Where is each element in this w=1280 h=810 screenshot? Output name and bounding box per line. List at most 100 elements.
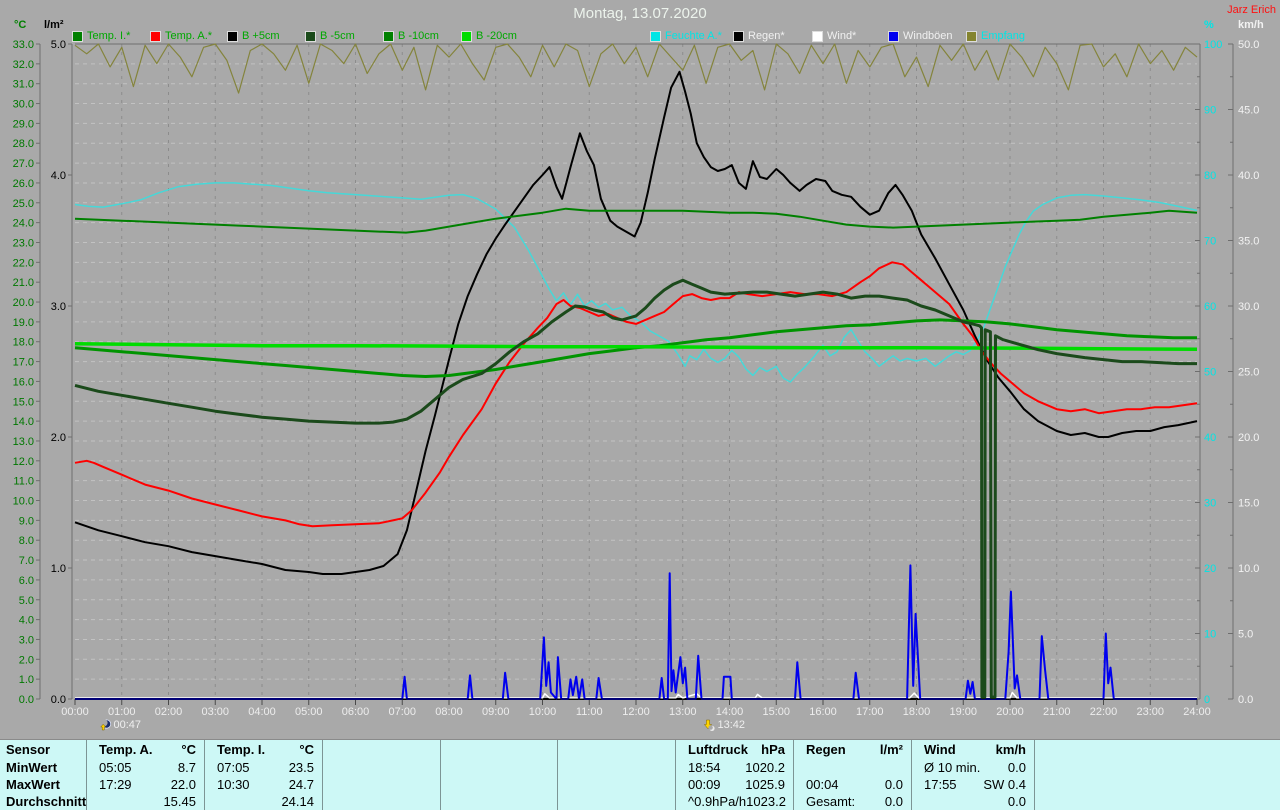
gridlines bbox=[75, 43, 1197, 699]
statistics-table: Sensor MinWert MaxWert Durchschnitt Temp. A.… bbox=[0, 739, 1280, 810]
stat-value bbox=[453, 759, 549, 776]
table-row bbox=[1035, 759, 1280, 776]
table-row bbox=[441, 776, 557, 793]
svg-text:8.0: 8.0 bbox=[19, 535, 34, 547]
table-row: 00:04 0.0 bbox=[794, 776, 911, 793]
table-column-luftdruck: Luftdruck hPa 18:54 1020.2 00:09 1025.9 ^0.9hP… bbox=[676, 740, 794, 810]
moon-rise-icon bbox=[100, 719, 112, 731]
sensor-unit: l/m² bbox=[879, 742, 903, 757]
stat-value: 22.0 bbox=[170, 777, 196, 792]
stat-value: 1020.2 bbox=[745, 760, 785, 775]
x-axis-label: 04:00 bbox=[248, 706, 276, 718]
svg-text:5.0: 5.0 bbox=[51, 39, 66, 51]
svg-text:16.0: 16.0 bbox=[13, 376, 34, 388]
table-column-empty bbox=[1035, 740, 1280, 810]
svg-text:15.0: 15.0 bbox=[13, 396, 34, 408]
stat-time: Gesamt: bbox=[806, 794, 856, 809]
table-row bbox=[794, 759, 911, 776]
x-axis-label: 16:00 bbox=[809, 706, 837, 718]
sensor-unit bbox=[335, 740, 432, 759]
svg-text:14.0: 14.0 bbox=[13, 416, 34, 428]
x-axis-label: 06:00 bbox=[341, 706, 370, 718]
x-axis-label: 11:00 bbox=[575, 706, 603, 718]
table-row: 17:55 SW 0.4 bbox=[912, 776, 1034, 793]
svg-text:0.0: 0.0 bbox=[19, 694, 34, 706]
stat-value: 8.7 bbox=[177, 760, 196, 775]
table-row bbox=[441, 793, 557, 810]
stat-value bbox=[806, 759, 903, 776]
svg-text:1.0: 1.0 bbox=[19, 674, 34, 686]
table-row bbox=[558, 759, 675, 776]
stat-value bbox=[570, 776, 667, 793]
sensor-name: Wind bbox=[924, 742, 956, 757]
table-row-labels-column: Sensor MinWert MaxWert Durchschnitt bbox=[0, 740, 87, 810]
table-row: 00:09 1025.9 bbox=[676, 776, 793, 793]
stat-value: 0.0 bbox=[1007, 760, 1026, 775]
stat-value bbox=[453, 776, 549, 793]
sensor-name: Regen bbox=[806, 742, 846, 757]
svg-text:40.0: 40.0 bbox=[1238, 170, 1259, 182]
svg-text:13.0: 13.0 bbox=[13, 436, 34, 448]
sensor-unit: km/h bbox=[995, 742, 1026, 757]
x-axis-label: 22:00 bbox=[1089, 706, 1118, 718]
stat-value: 15.45 bbox=[163, 794, 196, 809]
table-row bbox=[1035, 793, 1280, 810]
stat-value: 0.0 bbox=[1007, 794, 1026, 809]
x-axis-label: 10:00 bbox=[528, 706, 557, 718]
svg-text:0.0: 0.0 bbox=[51, 694, 66, 706]
x-axis-label: 08:00 bbox=[435, 706, 463, 718]
table-column-header bbox=[323, 740, 440, 759]
svg-text:29.0: 29.0 bbox=[13, 118, 34, 130]
x-axis-label: 21:00 bbox=[1042, 706, 1071, 718]
stat-time: Ø 10 min. bbox=[924, 760, 981, 775]
svg-text:80: 80 bbox=[1204, 170, 1216, 182]
svg-text:9.0: 9.0 bbox=[19, 515, 34, 527]
table-column-header: Temp. I. °C bbox=[205, 740, 322, 759]
stat-time: 18:54 bbox=[688, 760, 721, 775]
stat-value: 0.0 bbox=[884, 777, 903, 792]
x-axis-label: 24:00 bbox=[1183, 706, 1211, 718]
table-row bbox=[323, 776, 440, 793]
table-column-temp.-i.: Temp. I. °C 07:05 23.5 10:30 24.7 24.14 bbox=[205, 740, 323, 810]
table-row: 05:05 8.7 bbox=[87, 759, 204, 776]
svg-text:15.0: 15.0 bbox=[1238, 498, 1259, 510]
sensor-name: Temp. I. bbox=[217, 742, 266, 757]
table-row: 0.0 bbox=[912, 793, 1034, 810]
sensor-unit bbox=[1047, 740, 1272, 759]
sensor-unit bbox=[570, 740, 667, 759]
stat-value: 24.7 bbox=[288, 777, 314, 792]
svg-text:25.0: 25.0 bbox=[1238, 367, 1259, 379]
table-column-header: Wind km/h bbox=[912, 740, 1034, 759]
table-column-empty bbox=[558, 740, 676, 810]
x-axis-label: 20:00 bbox=[996, 706, 1024, 718]
svg-text:50.0: 50.0 bbox=[1238, 39, 1259, 51]
sensor-unit bbox=[453, 740, 549, 759]
table-row: Ø 10 min. 0.0 bbox=[912, 759, 1034, 776]
x-axis-label: 01:00 bbox=[107, 706, 136, 718]
svg-text:70: 70 bbox=[1204, 236, 1216, 248]
svg-text:18.0: 18.0 bbox=[13, 337, 34, 349]
chart-plot-area: 0.0 1.0 2.0 3.0 4.0 5.0 6.0 7.0 8.0 9.0 10.0 11.0 12… bbox=[13, 39, 1260, 706]
x-axis-label: 17:00 bbox=[855, 706, 884, 718]
sensor-name: Temp. A. bbox=[99, 742, 153, 757]
svg-text:45.0: 45.0 bbox=[1238, 105, 1259, 117]
x-axis-label: 19:00 bbox=[949, 706, 978, 718]
svg-text:7.0: 7.0 bbox=[19, 555, 34, 567]
svg-text:90: 90 bbox=[1204, 105, 1216, 117]
table-column-header bbox=[1035, 740, 1280, 759]
stat-value bbox=[1047, 759, 1272, 776]
table-column-temp.-a.: Temp. A. °C 05:05 8.7 17:29 22.0 15.45 bbox=[87, 740, 205, 810]
x-axis-label: 12:00 bbox=[622, 706, 650, 718]
svg-text:4.0: 4.0 bbox=[51, 170, 66, 182]
stat-time: 17:29 bbox=[99, 777, 132, 792]
x-axis-label: 07:00 bbox=[388, 706, 417, 718]
x-axis-label: 14:00 bbox=[715, 706, 744, 718]
x-axis-label: 13:00 bbox=[668, 706, 697, 718]
moon-set-icon bbox=[704, 719, 716, 731]
stat-value: 0.0 bbox=[884, 794, 903, 809]
stat-value bbox=[335, 776, 432, 793]
table-row: Gesamt: 0.0 bbox=[794, 793, 911, 810]
svg-text:3.0: 3.0 bbox=[51, 301, 66, 313]
x-axis-label: 02:00 bbox=[154, 706, 183, 718]
sensor-unit: °C bbox=[181, 742, 196, 757]
